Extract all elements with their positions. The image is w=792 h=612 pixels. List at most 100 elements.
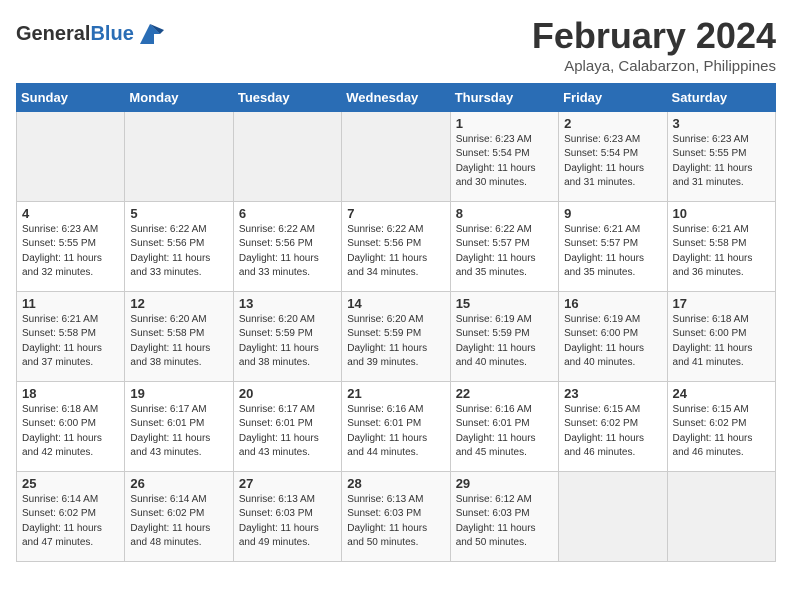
- weekday-header-tuesday: Tuesday: [233, 83, 341, 111]
- week-row-1: 1 Sunrise: 6:23 AM Sunset: 5:54 PM Daylig…: [17, 111, 776, 201]
- day-info: Sunrise: 6:20 AM Sunset: 5:59 PM Dayligh…: [239, 313, 336, 371]
- calendar-cell: 21Sunrise: 6:16 AM Sunset: 6:01 PM Dayli…: [342, 381, 450, 471]
- calendar-cell: 20Sunrise: 6:17 AM Sunset: 6:01 PM Dayli…: [233, 381, 341, 471]
- calendar-cell: 1 Sunrise: 6:23 AM Sunset: 5:54 PM Daylig…: [450, 111, 558, 201]
- calendar-cell: 16 Sunrise: 6:19 AM Sunset: 6:00 PM Dayli…: [559, 291, 667, 381]
- weekday-header-row: SundayMondayTuesdayWednesdayThursdayFrid…: [17, 83, 776, 111]
- calendar-cell: 4 Sunrise: 6:23 AM Sunset: 5:55 PM Daylig…: [17, 201, 125, 291]
- day-info: Sunrise: 6:12 AM Sunset: 6:03 PM Dayligh…: [456, 493, 553, 551]
- day-info: Sunrise: 6:13 AM Sunset: 6:03 PM Dayligh…: [347, 493, 444, 551]
- calendar-cell: [233, 111, 341, 201]
- calendar-cell: 10 Sunrise: 6:21 AM Sunset: 5:58 PM Dayli…: [667, 201, 775, 291]
- calendar-cell: 25 Sunrise: 6:14 AM Sunset: 6:02 PM Dayli…: [17, 471, 125, 561]
- day-number: 3: [673, 116, 770, 131]
- calendar-cell: 12 Sunrise: 6:20 AM Sunset: 5:58 PM Dayli…: [125, 291, 233, 381]
- calendar-cell: 19 Sunrise: 6:17 AM Sunset: 6:01 PM Dayli…: [125, 381, 233, 471]
- logo: GeneralBlue: [16, 20, 164, 48]
- day-number: 7: [347, 206, 444, 221]
- day-info: Sunrise: 6:23 AM Sunset: 5:54 PM Dayligh…: [456, 133, 553, 191]
- day-number: 25: [22, 476, 119, 491]
- day-number: 19: [130, 386, 227, 401]
- day-info: Sunrise: 6:22 AM Sunset: 5:57 PM Dayligh…: [456, 223, 553, 281]
- day-info: Sunrise: 6:23 AM Sunset: 5:55 PM Dayligh…: [22, 223, 119, 281]
- day-info: Sunrise: 6:19 AM Sunset: 5:59 PM Dayligh…: [456, 313, 553, 371]
- weekday-header-sunday: Sunday: [17, 83, 125, 111]
- day-number: 21: [347, 386, 444, 401]
- weekday-header-saturday: Saturday: [667, 83, 775, 111]
- day-info: Sunrise: 6:20 AM Sunset: 5:58 PM Dayligh…: [130, 313, 227, 371]
- day-number: 10: [673, 206, 770, 221]
- weekday-header-friday: Friday: [559, 83, 667, 111]
- day-info: Sunrise: 6:18 AM Sunset: 6:00 PM Dayligh…: [673, 313, 770, 371]
- calendar-cell: 27Sunrise: 6:13 AM Sunset: 6:03 PM Dayli…: [233, 471, 341, 561]
- day-number: 2: [564, 116, 661, 131]
- week-row-3: 11 Sunrise: 6:21 AM Sunset: 5:58 PM Dayli…: [17, 291, 776, 381]
- day-info: Sunrise: 6:19 AM Sunset: 6:00 PM Dayligh…: [564, 313, 661, 371]
- weekday-header-wednesday: Wednesday: [342, 83, 450, 111]
- calendar-title: February 2024: [532, 16, 776, 56]
- day-info: Sunrise: 6:21 AM Sunset: 5:57 PM Dayligh…: [564, 223, 661, 281]
- day-info: Sunrise: 6:17 AM Sunset: 6:01 PM Dayligh…: [239, 403, 336, 461]
- day-number: 17: [673, 296, 770, 311]
- day-number: 5: [130, 206, 227, 221]
- calendar-cell: 26 Sunrise: 6:14 AM Sunset: 6:02 PM Dayli…: [125, 471, 233, 561]
- calendar-subtitle: Aplaya, Calabarzon, Philippines: [532, 58, 776, 75]
- logo-general: General: [16, 23, 90, 45]
- day-number: 16: [564, 296, 661, 311]
- day-number: 15: [456, 296, 553, 311]
- header: GeneralBlue February 2024 Aplaya, Calaba…: [16, 16, 776, 75]
- day-number: 9: [564, 206, 661, 221]
- calendar-cell: 13Sunrise: 6:20 AM Sunset: 5:59 PM Dayli…: [233, 291, 341, 381]
- calendar-cell: 8Sunrise: 6:22 AM Sunset: 5:57 PM Daylig…: [450, 201, 558, 291]
- day-info: Sunrise: 6:21 AM Sunset: 5:58 PM Dayligh…: [22, 313, 119, 371]
- day-info: Sunrise: 6:22 AM Sunset: 5:56 PM Dayligh…: [130, 223, 227, 281]
- day-info: Sunrise: 6:23 AM Sunset: 5:54 PM Dayligh…: [564, 133, 661, 191]
- calendar-cell: 18 Sunrise: 6:18 AM Sunset: 6:00 PM Dayli…: [17, 381, 125, 471]
- day-info: Sunrise: 6:17 AM Sunset: 6:01 PM Dayligh…: [130, 403, 227, 461]
- calendar-cell: 22Sunrise: 6:16 AM Sunset: 6:01 PM Dayli…: [450, 381, 558, 471]
- day-info: Sunrise: 6:23 AM Sunset: 5:55 PM Dayligh…: [673, 133, 770, 191]
- logo-icon: [136, 20, 164, 48]
- day-number: 28: [347, 476, 444, 491]
- day-number: 23: [564, 386, 661, 401]
- weekday-header-thursday: Thursday: [450, 83, 558, 111]
- calendar-cell: [667, 471, 775, 561]
- calendar-cell: [125, 111, 233, 201]
- calendar-cell: 24Sunrise: 6:15 AM Sunset: 6:02 PM Dayli…: [667, 381, 775, 471]
- day-info: Sunrise: 6:18 AM Sunset: 6:00 PM Dayligh…: [22, 403, 119, 461]
- calendar-cell: [342, 111, 450, 201]
- calendar-cell: 23Sunrise: 6:15 AM Sunset: 6:02 PM Dayli…: [559, 381, 667, 471]
- day-info: Sunrise: 6:14 AM Sunset: 6:02 PM Dayligh…: [22, 493, 119, 551]
- calendar-cell: 17 Sunrise: 6:18 AM Sunset: 6:00 PM Dayli…: [667, 291, 775, 381]
- calendar-table: SundayMondayTuesdayWednesdayThursdayFrid…: [16, 83, 776, 562]
- calendar-cell: 11 Sunrise: 6:21 AM Sunset: 5:58 PM Dayli…: [17, 291, 125, 381]
- day-info: Sunrise: 6:14 AM Sunset: 6:02 PM Dayligh…: [130, 493, 227, 551]
- calendar-cell: 2 Sunrise: 6:23 AM Sunset: 5:54 PM Daylig…: [559, 111, 667, 201]
- day-number: 18: [22, 386, 119, 401]
- day-number: 4: [22, 206, 119, 221]
- calendar-cell: 9 Sunrise: 6:21 AM Sunset: 5:57 PM Daylig…: [559, 201, 667, 291]
- day-info: Sunrise: 6:15 AM Sunset: 6:02 PM Dayligh…: [673, 403, 770, 461]
- logo-blue: Blue: [90, 23, 133, 45]
- week-row-4: 18 Sunrise: 6:18 AM Sunset: 6:00 PM Dayli…: [17, 381, 776, 471]
- day-number: 26: [130, 476, 227, 491]
- day-number: 27: [239, 476, 336, 491]
- calendar-cell: 15 Sunrise: 6:19 AM Sunset: 5:59 PM Dayli…: [450, 291, 558, 381]
- day-number: 12: [130, 296, 227, 311]
- day-info: Sunrise: 6:22 AM Sunset: 5:56 PM Dayligh…: [347, 223, 444, 281]
- day-info: Sunrise: 6:21 AM Sunset: 5:58 PM Dayligh…: [673, 223, 770, 281]
- calendar-cell: [559, 471, 667, 561]
- weekday-header-monday: Monday: [125, 83, 233, 111]
- day-number: 6: [239, 206, 336, 221]
- calendar-cell: 5 Sunrise: 6:22 AM Sunset: 5:56 PM Daylig…: [125, 201, 233, 291]
- day-number: 1: [456, 116, 553, 131]
- calendar-cell: 28 Sunrise: 6:13 AM Sunset: 6:03 PM Dayli…: [342, 471, 450, 561]
- day-number: 11: [22, 296, 119, 311]
- day-number: 22: [456, 386, 553, 401]
- logo-text: GeneralBlue: [16, 23, 134, 45]
- day-info: Sunrise: 6:22 AM Sunset: 5:56 PM Dayligh…: [239, 223, 336, 281]
- calendar-cell: 29Sunrise: 6:12 AM Sunset: 6:03 PM Dayli…: [450, 471, 558, 561]
- title-block: February 2024 Aplaya, Calabarzon, Philip…: [532, 16, 776, 75]
- calendar-cell: [17, 111, 125, 201]
- calendar-cell: 6 Sunrise: 6:22 AM Sunset: 5:56 PM Daylig…: [233, 201, 341, 291]
